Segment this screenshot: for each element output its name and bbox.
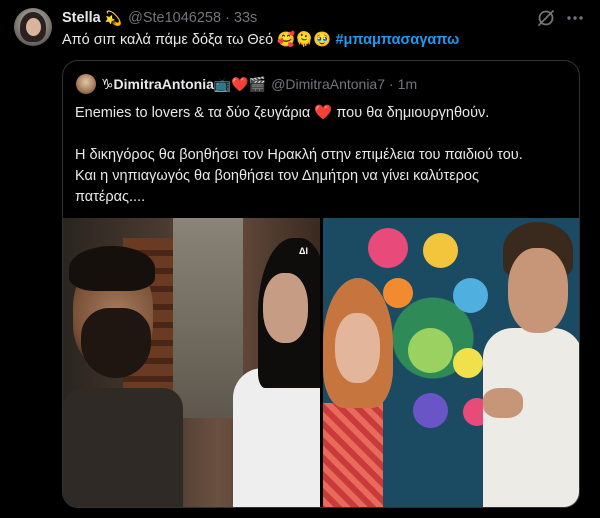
quoted-separator-dot: · [389, 76, 394, 92]
media-image-right[interactable] [323, 218, 579, 507]
author-badge-emoji: 💫 [104, 9, 123, 26]
grok-icon[interactable] [536, 8, 556, 28]
quoted-author-name: ♑DimitraAntonia📺❤️🎬 [101, 75, 267, 92]
quoted-timestamp: 1m [397, 76, 418, 92]
more-icon[interactable] [565, 8, 585, 28]
quoted-text-line: πατέρας.... [75, 189, 146, 205]
separator-dot: · [225, 10, 230, 26]
quoted-tweet[interactable]: ♑DimitraAntonia📺❤️🎬 @DimitraAntonia7 · 1… [62, 60, 580, 508]
quoted-text-line: Και η νηπιαγωγός θα βοηθήσει τον Δημήτρη… [75, 168, 479, 184]
tweet-header: Stella 💫 @Ste1046258 · 33s [62, 9, 257, 27]
timestamp[interactable]: 33s [234, 10, 257, 26]
quoted-text-gap [75, 124, 571, 145]
quoted-avatar [76, 74, 96, 94]
avatar[interactable] [14, 8, 52, 46]
quoted-text-line: Η δικηγόρος θα βοηθήσει τον Ηρακλή στην … [75, 147, 523, 163]
author-handle[interactable]: @Ste1046258 [128, 10, 221, 26]
tweet-text: Από σιπ καλά πάμε δόξα τω Θεό 🥰🫠🥹 #μπαμπ… [62, 31, 459, 48]
quoted-author-handle: @DimitraAntonia7 [271, 76, 385, 92]
hashtag-link[interactable]: #μπαμπασαγαπω [335, 32, 459, 48]
media-grid[interactable]: ΔΙ [63, 218, 579, 507]
quoted-text-line: Enemies to lovers & τα δύο ζευγάρια ❤️ π… [75, 105, 490, 121]
media-image-left[interactable]: ΔΙ [63, 218, 320, 507]
channel-watermark: ΔΙ [299, 246, 308, 256]
quoted-header: ♑DimitraAntonia📺❤️🎬 @DimitraAntonia7 · 1… [101, 75, 417, 93]
quoted-text: Enemies to lovers & τα δύο ζευγάρια ❤️ π… [75, 103, 571, 208]
author-name[interactable]: Stella [62, 10, 101, 26]
tweet[interactable]: Stella 💫 @Ste1046258 · 33s Από σιπ καλά … [0, 0, 600, 518]
tweet-text-body: Από σιπ καλά πάμε δόξα τω Θεό 🥰🫠🥹 [62, 32, 336, 48]
